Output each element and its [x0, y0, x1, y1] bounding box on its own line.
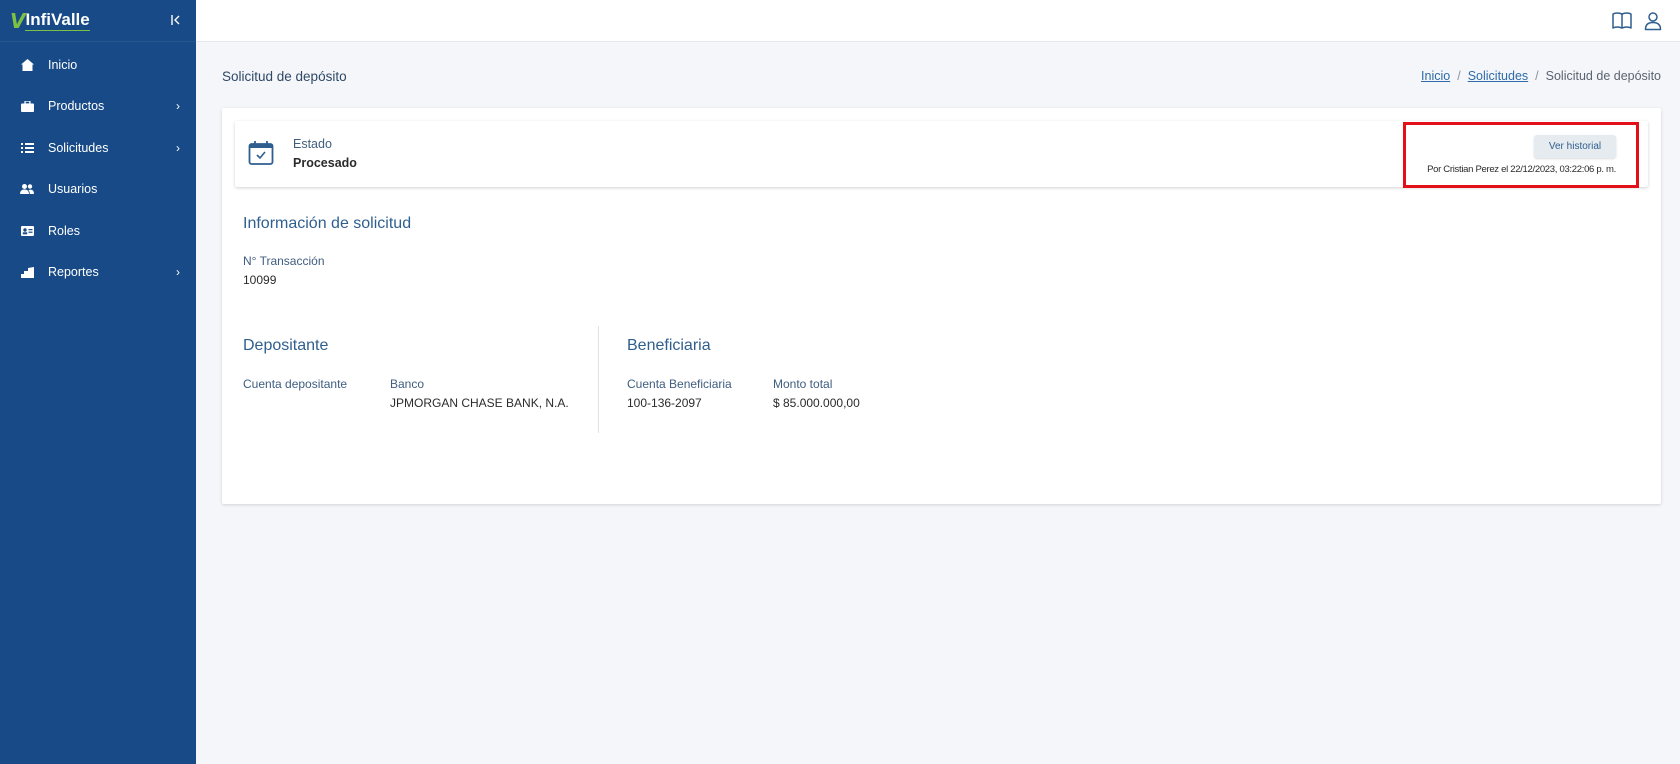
status-label: Estado	[293, 137, 332, 151]
user-icon[interactable]	[1642, 10, 1664, 32]
users-icon	[20, 182, 34, 196]
request-card: Estado Procesado Ver historial Por Crist…	[222, 108, 1661, 504]
bank-label: Banco	[390, 377, 425, 391]
beneficiary-account-value: 100-136-2097	[627, 396, 702, 410]
beneficiary-title: Beneficiaria	[627, 337, 711, 354]
sidebar-item-label: Roles	[48, 223, 80, 238]
sidebar-item-label: Solicitudes	[48, 140, 109, 155]
breadcrumb: Inicio / Solicitudes / Solicitud de depósito	[1421, 69, 1661, 83]
sidebar-item-label: Usuarios	[48, 182, 98, 197]
logo[interactable]: V InfiValle	[10, 11, 90, 31]
topbar	[196, 0, 1680, 42]
topbar-actions	[1611, 10, 1664, 32]
beneficiary-account-label: Cuenta Beneficiaria	[627, 377, 732, 391]
list-icon	[20, 141, 34, 155]
id-card-icon	[20, 224, 34, 238]
sidebar-item-label: Inicio	[48, 57, 78, 72]
sidebar: V InfiValle Inicio Productos › Solicitud…	[0, 0, 196, 764]
breadcrumb-separator: /	[1457, 69, 1461, 83]
view-history-button[interactable]: Ver historial	[1534, 135, 1616, 158]
request-info-title: Información de solicitud	[243, 215, 412, 232]
amount-value: $ 85.000.000,00	[773, 396, 860, 410]
sidebar-item-productos[interactable]: Productos ›	[0, 86, 196, 128]
sidebar-header: V InfiValle	[0, 0, 196, 42]
sidebar-item-roles[interactable]: Roles	[0, 210, 196, 252]
transaction-label: N° Transacción	[243, 254, 325, 268]
status-value: Procesado	[293, 156, 357, 170]
breadcrumb-current: Solicitud de depósito	[1545, 69, 1661, 83]
chevron-right-icon: ›	[176, 265, 180, 280]
section-divider	[598, 326, 599, 433]
calendar-check-icon	[248, 140, 274, 166]
sidebar-item-label: Productos	[48, 99, 105, 114]
collapse-left-icon[interactable]	[170, 13, 182, 27]
sidebar-nav: Inicio Productos › Solicitudes › Usuario…	[0, 44, 196, 293]
chevron-right-icon: ›	[176, 99, 180, 114]
sidebar-item-label: Reportes	[48, 265, 99, 280]
sidebar-item-reportes[interactable]: Reportes ›	[0, 252, 196, 294]
bank-value: JPMORGAN CHASE BANK, N.A.	[390, 396, 569, 410]
history-meta: Por Cristian Perez el 22/12/2023, 03:22:…	[1427, 164, 1616, 175]
sidebar-item-inicio[interactable]: Inicio	[0, 44, 196, 86]
logo-text: InfiValle	[25, 9, 90, 31]
breadcrumb-link-inicio[interactable]: Inicio	[1421, 69, 1450, 83]
status-card: Estado Procesado Ver historial Por Crist…	[235, 121, 1648, 188]
briefcase-icon	[20, 99, 34, 113]
chart-icon	[20, 265, 34, 279]
book-icon[interactable]	[1611, 10, 1633, 32]
sidebar-item-usuarios[interactable]: Usuarios	[0, 169, 196, 211]
depositor-title: Depositante	[243, 337, 329, 354]
home-icon	[20, 58, 34, 72]
page-title: Solicitud de depósito	[222, 69, 347, 84]
sidebar-item-solicitudes[interactable]: Solicitudes ›	[0, 127, 196, 169]
breadcrumb-link-solicitudes[interactable]: Solicitudes	[1468, 69, 1528, 83]
amount-label: Monto total	[773, 377, 833, 391]
depositor-account-label: Cuenta depositante	[243, 377, 348, 391]
breadcrumb-separator: /	[1535, 69, 1539, 83]
transaction-value: 10099	[243, 273, 277, 287]
chevron-right-icon: ›	[176, 140, 180, 155]
logo-mark: V	[10, 8, 26, 33]
